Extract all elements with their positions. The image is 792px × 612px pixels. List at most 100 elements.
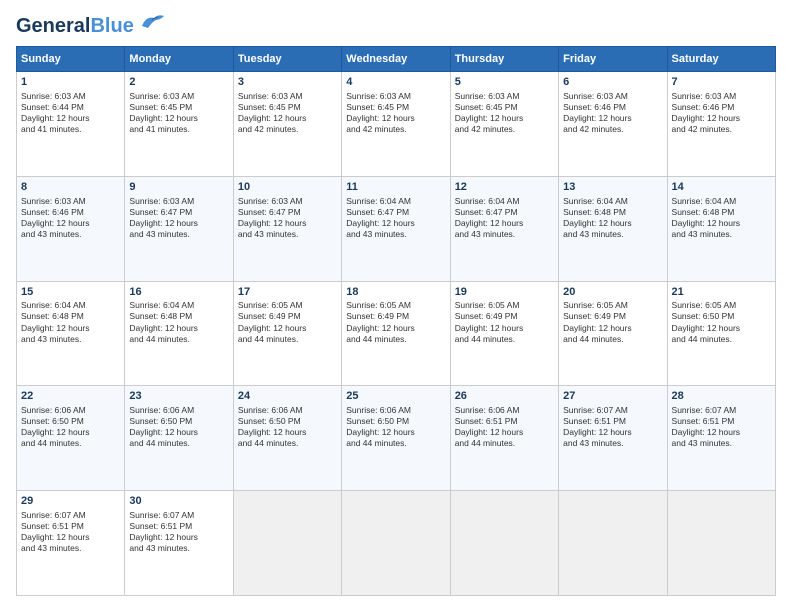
day-number: 26 [455, 389, 554, 404]
day-info: Sunrise: 6:06 AM Sunset: 6:51 PM Dayligh… [455, 405, 554, 449]
day-number: 29 [21, 494, 120, 509]
calendar-cell: 17Sunrise: 6:05 AM Sunset: 6:49 PM Dayli… [233, 281, 341, 386]
day-info: Sunrise: 6:03 AM Sunset: 6:45 PM Dayligh… [129, 91, 228, 135]
day-number: 4 [346, 75, 445, 90]
day-info: Sunrise: 6:04 AM Sunset: 6:47 PM Dayligh… [455, 196, 554, 240]
col-header-friday: Friday [559, 47, 667, 72]
day-info: Sunrise: 6:05 AM Sunset: 6:49 PM Dayligh… [563, 300, 662, 344]
col-header-monday: Monday [125, 47, 233, 72]
day-number: 30 [129, 494, 228, 509]
day-number: 5 [455, 75, 554, 90]
day-info: Sunrise: 6:04 AM Sunset: 6:48 PM Dayligh… [21, 300, 120, 344]
calendar-week-row: 8Sunrise: 6:03 AM Sunset: 6:46 PM Daylig… [17, 176, 776, 281]
calendar-cell: 30Sunrise: 6:07 AM Sunset: 6:51 PM Dayli… [125, 491, 233, 596]
calendar-cell: 2Sunrise: 6:03 AM Sunset: 6:45 PM Daylig… [125, 72, 233, 177]
day-info: Sunrise: 6:06 AM Sunset: 6:50 PM Dayligh… [129, 405, 228, 449]
day-number: 3 [238, 75, 337, 90]
calendar-week-row: 15Sunrise: 6:04 AM Sunset: 6:48 PM Dayli… [17, 281, 776, 386]
day-info: Sunrise: 6:04 AM Sunset: 6:47 PM Dayligh… [346, 196, 445, 240]
calendar-cell: 21Sunrise: 6:05 AM Sunset: 6:50 PM Dayli… [667, 281, 775, 386]
calendar-cell: 4Sunrise: 6:03 AM Sunset: 6:45 PM Daylig… [342, 72, 450, 177]
col-header-sunday: Sunday [17, 47, 125, 72]
day-info: Sunrise: 6:04 AM Sunset: 6:48 PM Dayligh… [129, 300, 228, 344]
day-info: Sunrise: 6:03 AM Sunset: 6:45 PM Dayligh… [455, 91, 554, 135]
day-number: 21 [672, 285, 771, 300]
calendar-cell: 14Sunrise: 6:04 AM Sunset: 6:48 PM Dayli… [667, 176, 775, 281]
day-info: Sunrise: 6:06 AM Sunset: 6:50 PM Dayligh… [238, 405, 337, 449]
day-info: Sunrise: 6:05 AM Sunset: 6:49 PM Dayligh… [455, 300, 554, 344]
day-info: Sunrise: 6:05 AM Sunset: 6:50 PM Dayligh… [672, 300, 771, 344]
day-number: 1 [21, 75, 120, 90]
day-info: Sunrise: 6:05 AM Sunset: 6:49 PM Dayligh… [346, 300, 445, 344]
col-header-tuesday: Tuesday [233, 47, 341, 72]
calendar-cell: 25Sunrise: 6:06 AM Sunset: 6:50 PM Dayli… [342, 386, 450, 491]
day-info: Sunrise: 6:06 AM Sunset: 6:50 PM Dayligh… [346, 405, 445, 449]
day-info: Sunrise: 6:06 AM Sunset: 6:50 PM Dayligh… [21, 405, 120, 449]
day-number: 28 [672, 389, 771, 404]
calendar-cell: 19Sunrise: 6:05 AM Sunset: 6:49 PM Dayli… [450, 281, 558, 386]
col-header-saturday: Saturday [667, 47, 775, 72]
calendar-cell: 29Sunrise: 6:07 AM Sunset: 6:51 PM Dayli… [17, 491, 125, 596]
col-header-thursday: Thursday [450, 47, 558, 72]
day-number: 17 [238, 285, 337, 300]
day-number: 22 [21, 389, 120, 404]
col-header-wednesday: Wednesday [342, 47, 450, 72]
day-info: Sunrise: 6:07 AM Sunset: 6:51 PM Dayligh… [672, 405, 771, 449]
day-number: 18 [346, 285, 445, 300]
calendar-cell: 24Sunrise: 6:06 AM Sunset: 6:50 PM Dayli… [233, 386, 341, 491]
day-number: 7 [672, 75, 771, 90]
calendar-week-row: 22Sunrise: 6:06 AM Sunset: 6:50 PM Dayli… [17, 386, 776, 491]
day-info: Sunrise: 6:07 AM Sunset: 6:51 PM Dayligh… [129, 510, 228, 554]
calendar-cell [450, 491, 558, 596]
logo-bird-icon [138, 12, 166, 32]
calendar-cell: 16Sunrise: 6:04 AM Sunset: 6:48 PM Dayli… [125, 281, 233, 386]
calendar-cell [667, 491, 775, 596]
day-number: 8 [21, 180, 120, 195]
calendar-cell [342, 491, 450, 596]
day-number: 11 [346, 180, 445, 195]
day-number: 13 [563, 180, 662, 195]
calendar-cell: 3Sunrise: 6:03 AM Sunset: 6:45 PM Daylig… [233, 72, 341, 177]
day-number: 24 [238, 389, 337, 404]
day-info: Sunrise: 6:04 AM Sunset: 6:48 PM Dayligh… [563, 196, 662, 240]
calendar-cell: 5Sunrise: 6:03 AM Sunset: 6:45 PM Daylig… [450, 72, 558, 177]
calendar-cell: 7Sunrise: 6:03 AM Sunset: 6:46 PM Daylig… [667, 72, 775, 177]
calendar-cell [233, 491, 341, 596]
calendar-week-row: 1Sunrise: 6:03 AM Sunset: 6:44 PM Daylig… [17, 72, 776, 177]
day-info: Sunrise: 6:03 AM Sunset: 6:45 PM Dayligh… [238, 91, 337, 135]
calendar-cell: 8Sunrise: 6:03 AM Sunset: 6:46 PM Daylig… [17, 176, 125, 281]
calendar-cell: 23Sunrise: 6:06 AM Sunset: 6:50 PM Dayli… [125, 386, 233, 491]
calendar-week-row: 29Sunrise: 6:07 AM Sunset: 6:51 PM Dayli… [17, 491, 776, 596]
day-number: 9 [129, 180, 228, 195]
day-number: 12 [455, 180, 554, 195]
day-info: Sunrise: 6:07 AM Sunset: 6:51 PM Dayligh… [21, 510, 120, 554]
calendar-cell: 6Sunrise: 6:03 AM Sunset: 6:46 PM Daylig… [559, 72, 667, 177]
day-number: 6 [563, 75, 662, 90]
day-info: Sunrise: 6:03 AM Sunset: 6:46 PM Dayligh… [21, 196, 120, 240]
calendar-cell: 13Sunrise: 6:04 AM Sunset: 6:48 PM Dayli… [559, 176, 667, 281]
calendar-cell: 12Sunrise: 6:04 AM Sunset: 6:47 PM Dayli… [450, 176, 558, 281]
day-number: 2 [129, 75, 228, 90]
calendar-cell: 9Sunrise: 6:03 AM Sunset: 6:47 PM Daylig… [125, 176, 233, 281]
calendar-cell [559, 491, 667, 596]
calendar-cell: 10Sunrise: 6:03 AM Sunset: 6:47 PM Dayli… [233, 176, 341, 281]
day-number: 10 [238, 180, 337, 195]
day-info: Sunrise: 6:03 AM Sunset: 6:47 PM Dayligh… [238, 196, 337, 240]
day-info: Sunrise: 6:03 AM Sunset: 6:45 PM Dayligh… [346, 91, 445, 135]
day-number: 15 [21, 285, 120, 300]
calendar-cell: 15Sunrise: 6:04 AM Sunset: 6:48 PM Dayli… [17, 281, 125, 386]
day-info: Sunrise: 6:03 AM Sunset: 6:44 PM Dayligh… [21, 91, 120, 135]
logo-text: GeneralBlue [16, 16, 134, 36]
calendar-cell: 28Sunrise: 6:07 AM Sunset: 6:51 PM Dayli… [667, 386, 775, 491]
day-number: 23 [129, 389, 228, 404]
day-info: Sunrise: 6:03 AM Sunset: 6:46 PM Dayligh… [672, 91, 771, 135]
day-info: Sunrise: 6:03 AM Sunset: 6:46 PM Dayligh… [563, 91, 662, 135]
day-info: Sunrise: 6:03 AM Sunset: 6:47 PM Dayligh… [129, 196, 228, 240]
day-info: Sunrise: 6:05 AM Sunset: 6:49 PM Dayligh… [238, 300, 337, 344]
day-number: 25 [346, 389, 445, 404]
calendar-cell: 18Sunrise: 6:05 AM Sunset: 6:49 PM Dayli… [342, 281, 450, 386]
calendar: SundayMondayTuesdayWednesdayThursdayFrid… [16, 46, 776, 596]
calendar-cell: 27Sunrise: 6:07 AM Sunset: 6:51 PM Dayli… [559, 386, 667, 491]
calendar-cell: 22Sunrise: 6:06 AM Sunset: 6:50 PM Dayli… [17, 386, 125, 491]
day-number: 16 [129, 285, 228, 300]
